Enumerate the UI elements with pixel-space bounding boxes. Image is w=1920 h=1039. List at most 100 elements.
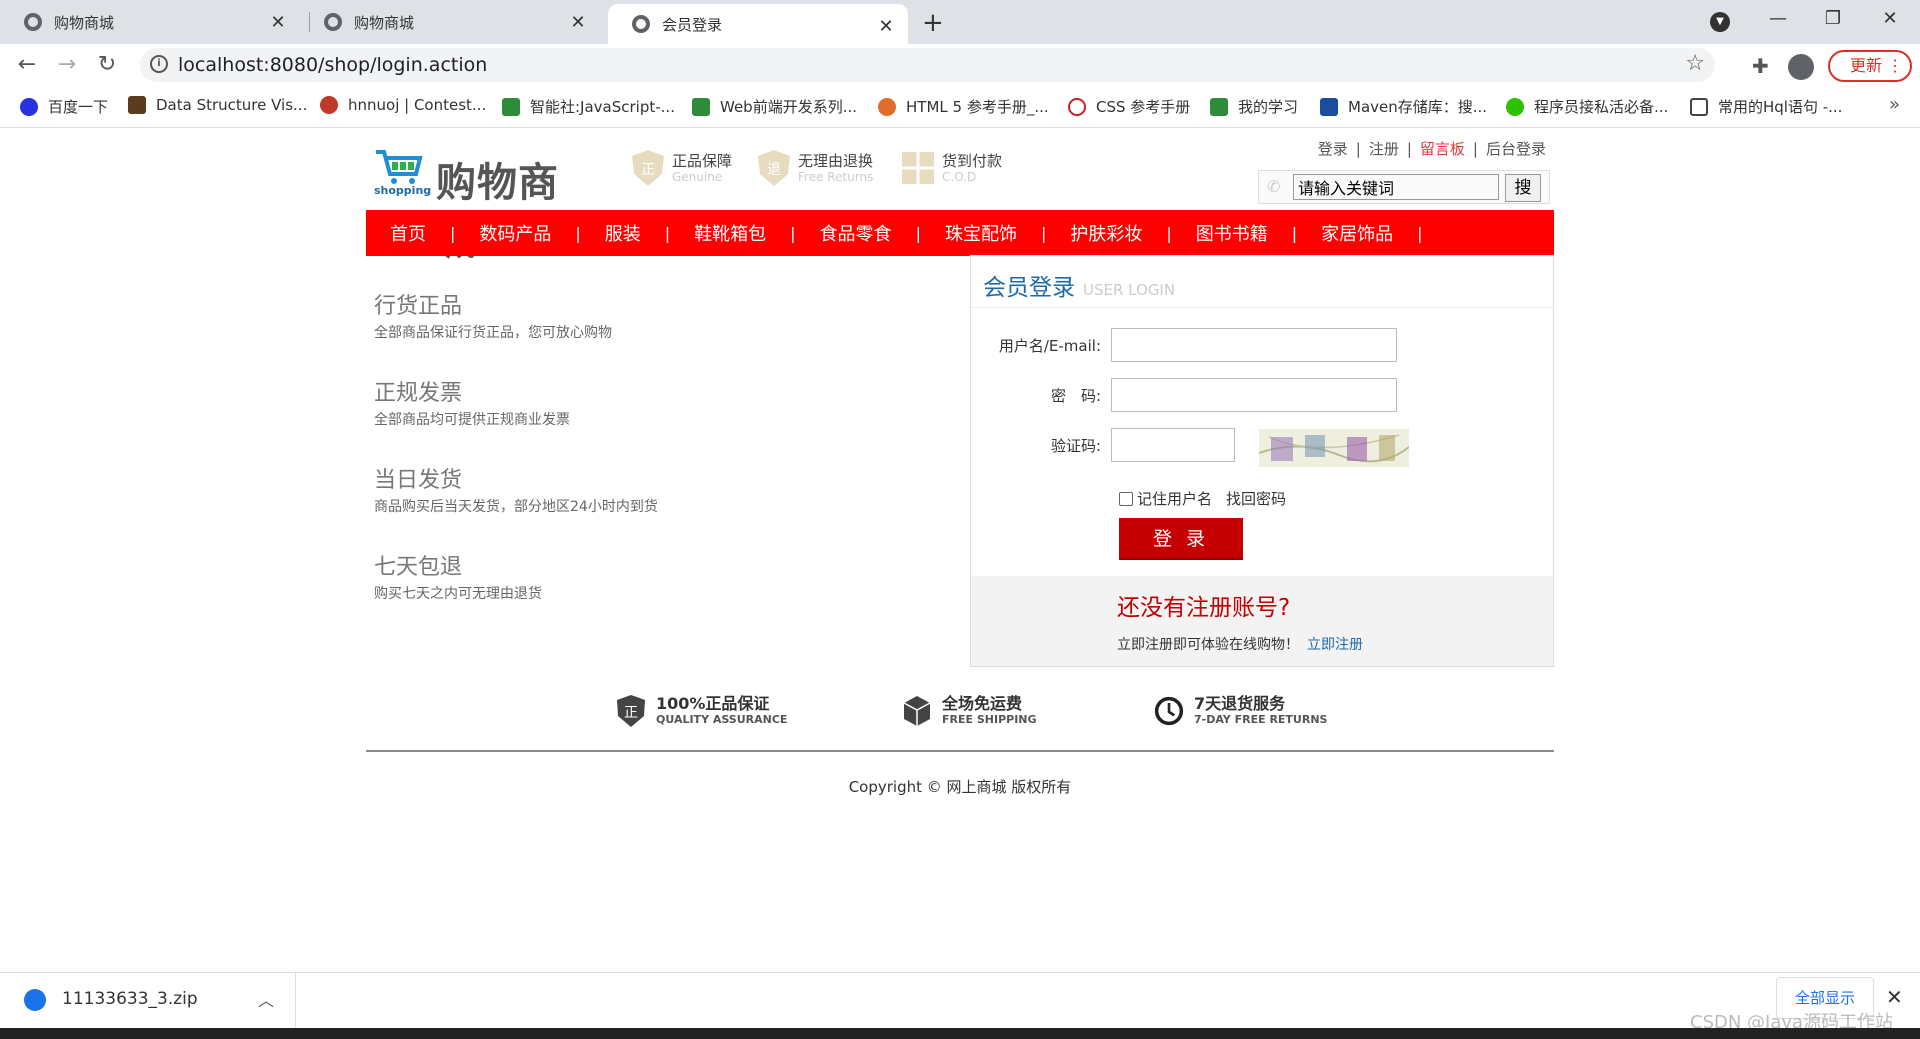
password-label: 密 码: xyxy=(1050,386,1101,405)
bookmark-item[interactable]: hnnuoj | Contest... xyxy=(320,96,486,114)
bookmark-item[interactable]: 智能社:JavaScript-... xyxy=(502,96,675,117)
bookmark-item[interactable]: Maven存储库：搜... xyxy=(1320,96,1487,117)
feature-title: 当日发货 xyxy=(374,468,463,493)
feature-item: 七天包退 购买七天之内可无理由退货 xyxy=(374,549,674,636)
tab-bar: 购物商城 ✕ 购物商城 ✕ 会员登录 ✕ + ▼ — ❐ ✕ xyxy=(0,0,1920,44)
back-arrow-icon[interactable]: ← xyxy=(12,52,42,77)
url-text[interactable]: localhost:8080/shop/login.action xyxy=(178,54,487,76)
bookmark-icon xyxy=(502,97,520,116)
bookmark-item[interactable]: Web前端开发系列... xyxy=(692,96,857,117)
close-icon[interactable]: ✕ xyxy=(876,16,896,37)
search-button[interactable]: 搜 xyxy=(1505,174,1541,202)
tab-shop-2[interactable]: 购物商城 ✕ xyxy=(300,0,600,44)
reload-icon[interactable]: ↻ xyxy=(92,52,122,77)
bookmark-item[interactable]: HTML 5 参考手册_... xyxy=(878,96,1049,117)
login-button[interactable]: 登 录 xyxy=(1119,518,1243,560)
bookmark-item[interactable]: 百度一下 xyxy=(20,96,108,117)
register-link[interactable]: 注册 xyxy=(1369,140,1399,158)
bookmark-label: Web前端开发系列... xyxy=(720,98,858,116)
menu-item-food[interactable]: 食品零食 xyxy=(796,220,916,246)
download-file-name[interactable]: 11133633_3.zip xyxy=(62,989,198,1009)
username-row: 用户名/E-mail: xyxy=(971,328,1397,362)
bookmark-item[interactable]: 我的学习 xyxy=(1210,96,1298,117)
feature-title: 行货正品 xyxy=(374,294,463,319)
close-icon[interactable]: ✕ xyxy=(1886,985,1903,1009)
chevron-up-icon[interactable]: ︿ xyxy=(258,987,274,1011)
address-bar[interactable]: i localhost:8080/shop/login.action ☆ xyxy=(140,48,1715,82)
menu-separator: | xyxy=(1417,223,1423,243)
copyright: Copyright © 网上商城 版权所有 xyxy=(848,778,1072,796)
bookmark-star-icon[interactable]: ☆ xyxy=(1685,51,1705,76)
guestbook-link[interactable]: 留言板 xyxy=(1420,140,1465,158)
captcha-image[interactable] xyxy=(1259,429,1409,467)
mvn-icon xyxy=(1320,97,1338,116)
remember-label[interactable]: 记住用户名 xyxy=(1137,488,1212,509)
site-info-icon[interactable]: i xyxy=(150,55,168,73)
username-input[interactable] xyxy=(1111,328,1397,362)
bookmark-label: HTML 5 参考手册_... xyxy=(906,98,1049,116)
feature-desc: 购买七天之内可无理由退货 xyxy=(374,586,542,602)
balloon-icon xyxy=(320,96,338,114)
bookmarks-bar: 百度一下 Data Structure Vis... hnnuoj | Cont… xyxy=(0,86,1920,128)
menu-item-home[interactable]: 首页 xyxy=(366,220,450,246)
menu-item-books[interactable]: 图书书籍 xyxy=(1172,220,1292,246)
menu-item-digital[interactable]: 数码产品 xyxy=(455,220,575,246)
feature-item: 当日发货 商品购买后当天发货，部分地区24小时内到货 xyxy=(374,462,674,549)
menu-item-jewelry[interactable]: 珠宝配饰 xyxy=(921,220,1041,246)
tab-search-icon[interactable]: ▼ xyxy=(1710,12,1730,32)
badge-title: 无理由退换 xyxy=(798,152,874,170)
bookmark-label: Maven存储库：搜... xyxy=(1348,98,1488,116)
tab-shop-1[interactable]: 购物商城 ✕ xyxy=(0,0,300,44)
restore-icon[interactable]: ❐ xyxy=(1813,8,1853,29)
menu-item-shoes-bags[interactable]: 鞋靴箱包 xyxy=(670,220,790,246)
bookmark-item[interactable]: CSS 参考手册 xyxy=(1068,96,1190,117)
bookmark-item[interactable]: 常用的Hql语句 -... xyxy=(1690,96,1842,117)
username-label: 用户名/E-mail: xyxy=(998,336,1101,355)
bookmark-icon xyxy=(128,96,146,114)
feature-item: 正规发票 全部商品均可提供正规商业发票 xyxy=(374,375,674,462)
bookmarks-more-icon[interactable]: » xyxy=(1889,94,1900,115)
menu-item-home-decor[interactable]: 家居饰品 xyxy=(1297,220,1417,246)
login-header: 会员登录 USER LOGIN xyxy=(971,256,1553,308)
bookmark-icon xyxy=(1210,97,1228,116)
minimize-icon[interactable]: — xyxy=(1758,8,1798,29)
box-icon xyxy=(903,696,931,726)
service-shipping: 全场免运费 FREE SHIPPING xyxy=(902,694,1037,728)
download-file-icon xyxy=(24,989,46,1011)
window-close-icon[interactable]: ✕ xyxy=(1870,8,1910,29)
password-input[interactable] xyxy=(1111,378,1397,412)
menu-item-clothing[interactable]: 服装 xyxy=(581,220,665,246)
profile-avatar[interactable] xyxy=(1788,54,1814,80)
service-strip: 正 100%正品保证 QUALITY ASSURANCE 全场免运费 FREE SH… xyxy=(366,686,1554,746)
service-title: 7天退货服务 xyxy=(1194,694,1286,713)
extensions-icon[interactable]: ✚ xyxy=(1752,54,1769,78)
forgot-password-link[interactable]: 找回密码 xyxy=(1226,488,1286,509)
bookmark-icon xyxy=(1068,97,1086,116)
login-link[interactable]: 登录 xyxy=(1318,140,1348,158)
new-tab-button[interactable]: + xyxy=(922,8,944,38)
close-icon[interactable]: ✕ xyxy=(568,12,588,33)
bookmark-item[interactable]: Data Structure Vis... xyxy=(128,96,307,114)
captcha-input[interactable] xyxy=(1111,428,1235,462)
bookmark-label: 百度一下 xyxy=(48,98,109,116)
tab-login-active[interactable]: 会员登录 ✕ xyxy=(608,4,908,44)
forward-arrow-icon[interactable]: → xyxy=(52,52,82,77)
register-title: 还没有注册账号? xyxy=(1117,595,1291,621)
remember-checkbox[interactable] xyxy=(1119,491,1133,506)
search-input[interactable]: 请输入关键词 xyxy=(1293,174,1499,200)
register-now-link[interactable]: 立即注册 xyxy=(1307,637,1363,653)
bookmark-item[interactable]: 程序员接私活必备... xyxy=(1506,96,1668,117)
close-icon[interactable]: ✕ xyxy=(268,12,288,33)
site-logo[interactable]: shopping 购物商城 xyxy=(374,142,594,264)
bookmark-label: 常用的Hql语句 -... xyxy=(1718,98,1843,116)
update-button[interactable]: 更新 ⋮ xyxy=(1828,50,1912,82)
register-text: 立即注册即可体验在线购物！ xyxy=(1117,637,1299,653)
wechat-icon xyxy=(1506,97,1524,116)
bookmark-icon xyxy=(692,97,710,116)
admin-login-link[interactable]: 后台登录 xyxy=(1486,140,1546,158)
separator: | xyxy=(1472,140,1478,158)
svg-text:正: 正 xyxy=(624,705,638,721)
bookmark-label: 程序员接私活必备... xyxy=(1534,98,1669,116)
badge-title: 正品保障 xyxy=(672,152,733,170)
menu-item-cosmetics[interactable]: 护肤彩妆 xyxy=(1046,220,1166,246)
